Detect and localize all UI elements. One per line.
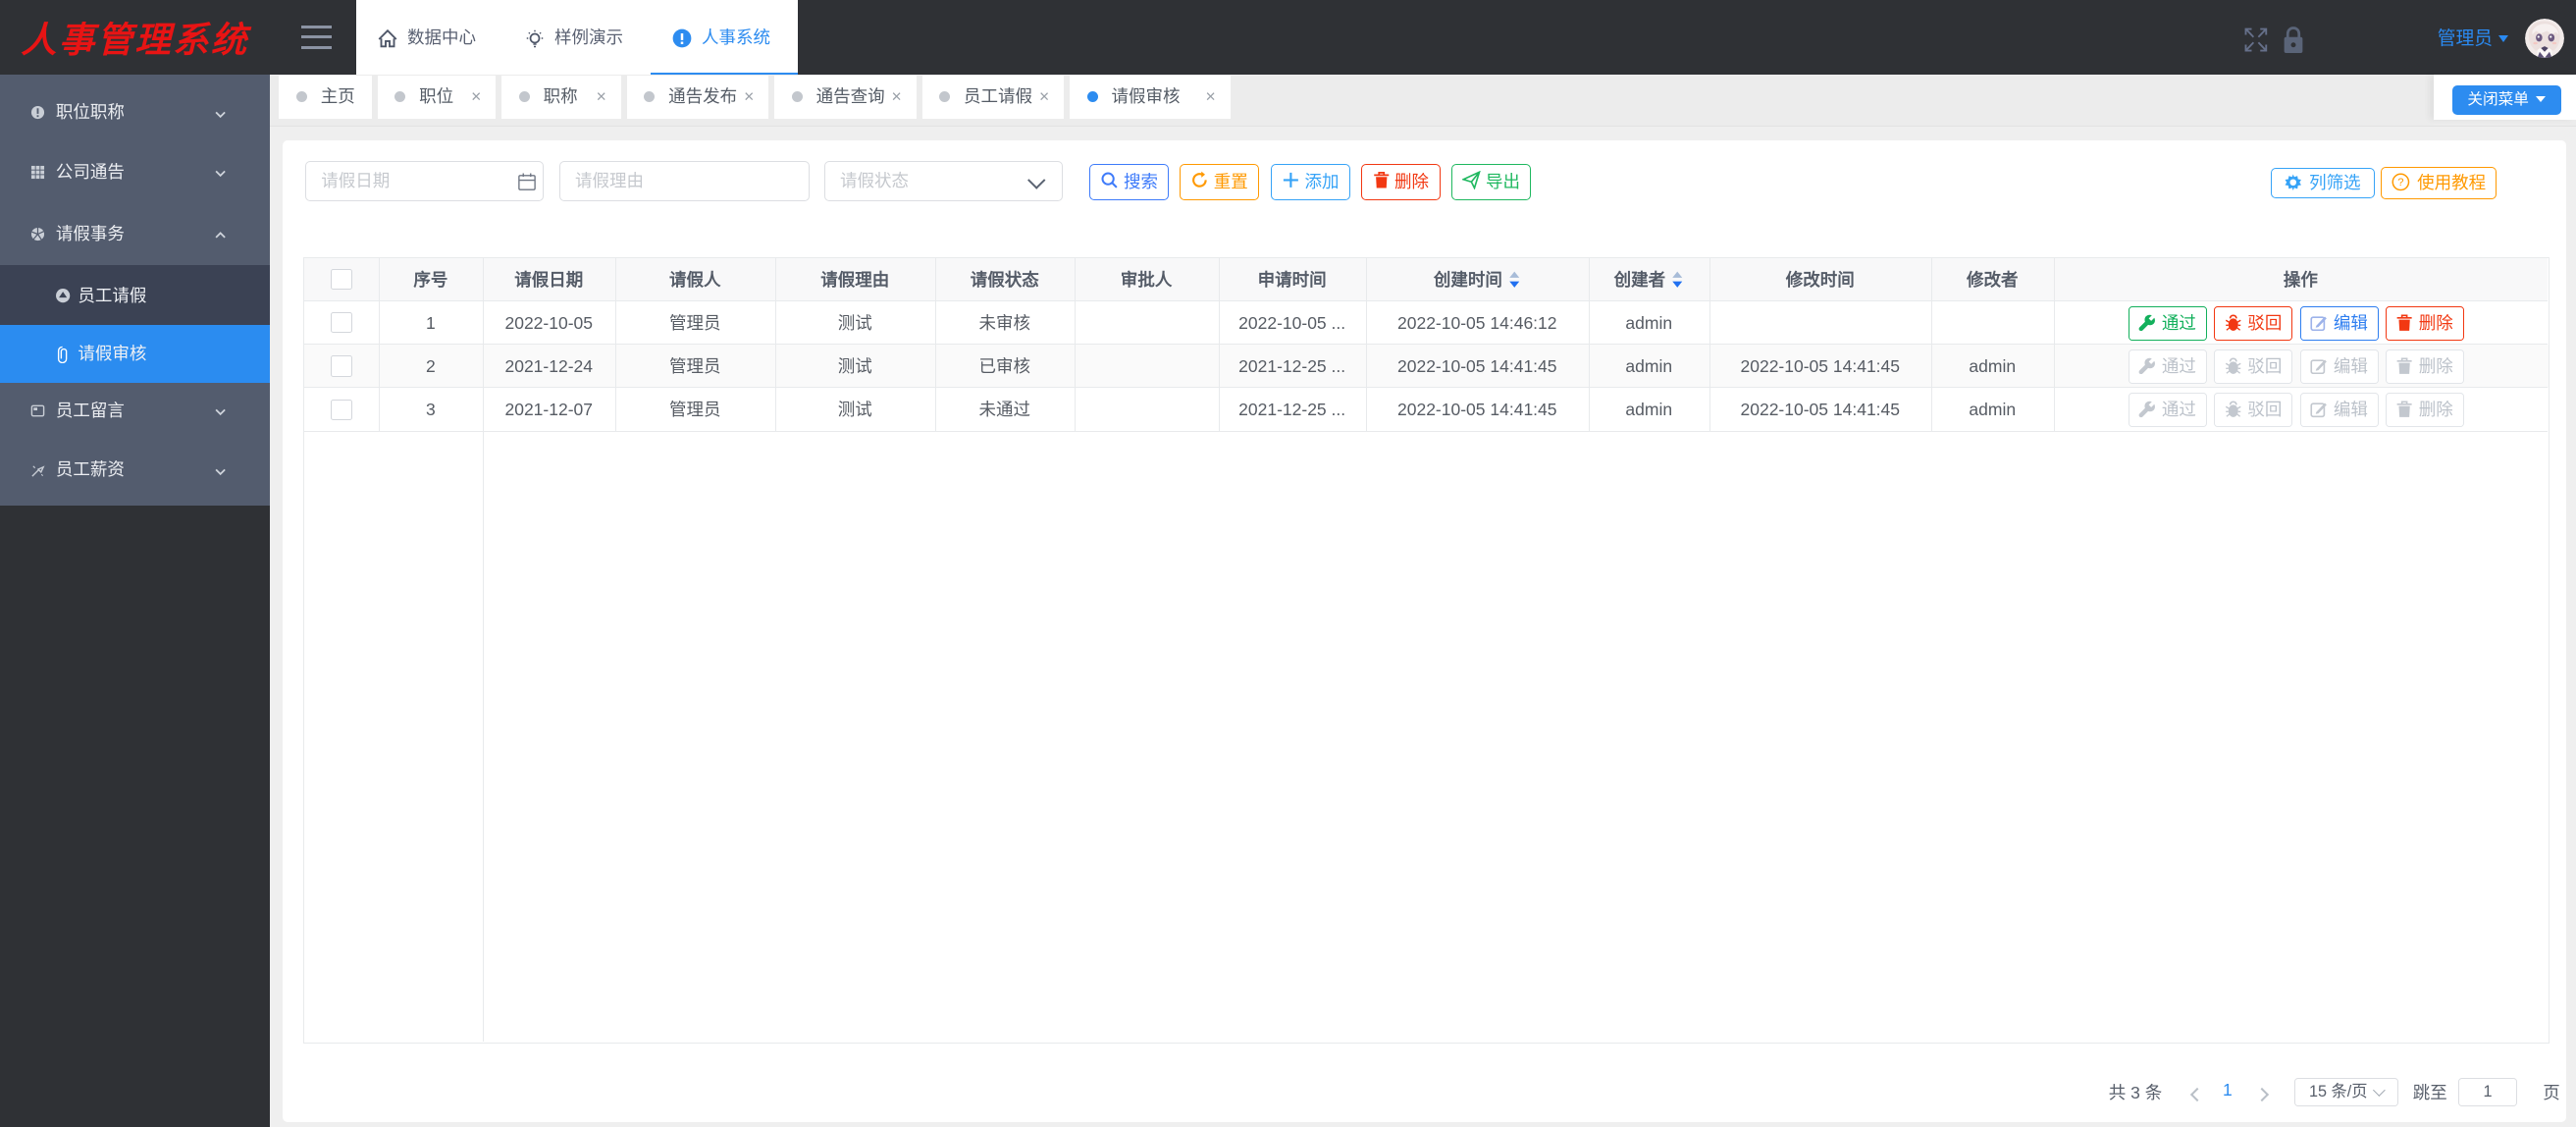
svg-text:?: ? <box>2397 177 2403 188</box>
